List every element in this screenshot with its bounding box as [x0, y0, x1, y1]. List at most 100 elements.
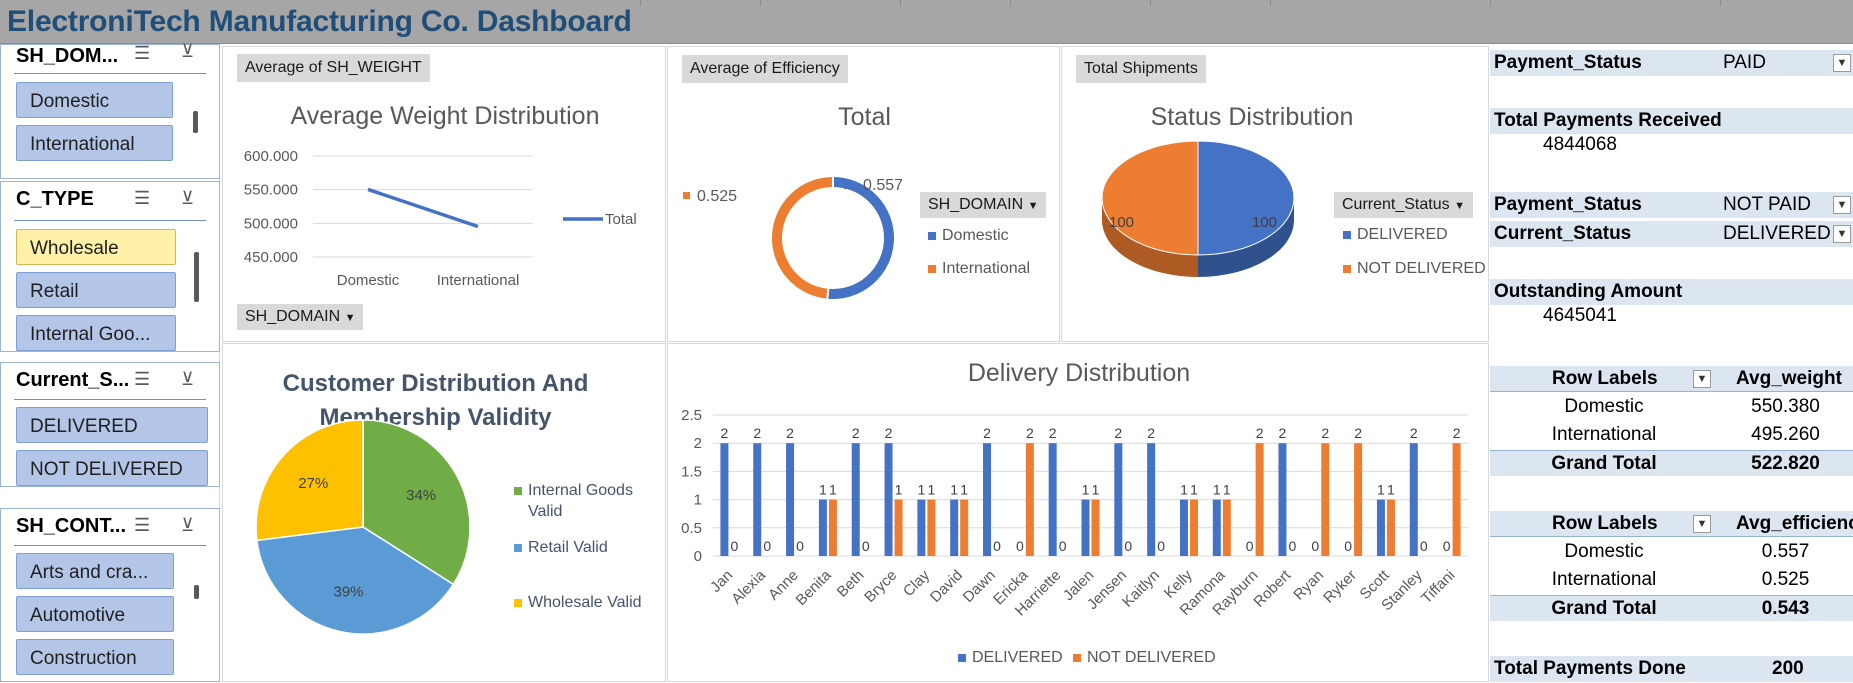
data-label-internal-goods: 34%: [406, 487, 436, 504]
data-label: 2: [983, 425, 991, 441]
slicer-item-not-delivered[interactable]: NOT DELIVERED: [16, 450, 208, 486]
legend-item-internal-goods-line2: Valid: [528, 503, 563, 520]
table-row: Domestic 0.557: [1564, 541, 1810, 562]
slicer-item-wholesale[interactable]: Wholesale: [16, 229, 176, 265]
slicer-scrollbar[interactable]: [194, 252, 199, 302]
data-label: 1: [1213, 482, 1221, 498]
bar-delivered: [818, 499, 827, 556]
data-label-retail: 39%: [334, 584, 364, 601]
x-tick-label: Benita: [793, 566, 836, 609]
data-label: 0: [1059, 538, 1067, 554]
grand-total-row: Grand Total 0.543: [1490, 595, 1853, 621]
filter-dropdown[interactable]: SH_DOMAIN ▼: [920, 192, 1047, 218]
data-label: 1: [1377, 482, 1385, 498]
total-payments-received-value: 4844068: [1543, 134, 1617, 155]
clear-filter-icon[interactable]: ⊻: [181, 188, 194, 209]
dropdown-arrow-icon[interactable]: ▼: [1693, 515, 1711, 533]
dashboard-title: ElectroniTech Manufacturing Co. Dashboar…: [7, 5, 632, 38]
x-tick-label: Kaitlyn: [1119, 567, 1163, 611]
multi-select-icon[interactable]: ☰: [134, 43, 150, 64]
total-payments-received-row: Total Payments Received: [1490, 108, 1853, 134]
grand-total-row: Grand Total 522.820: [1490, 450, 1853, 476]
grid-line: [1490, 0, 1491, 6]
slicer-c-type: C_TYPE ☰ ⊻ Wholesale Retail Internal Goo…: [0, 181, 220, 352]
data-label: 2: [1049, 425, 1057, 441]
data-label: 0: [1443, 538, 1451, 554]
bar-not-delivered: [1354, 443, 1363, 556]
slicer-item-construction[interactable]: Construction: [16, 639, 174, 675]
slicer-item-international[interactable]: International: [16, 125, 173, 161]
donut-slice-domestic: [826, 174, 896, 301]
bar-not-delivered: [1321, 443, 1330, 556]
filter-icon[interactable]: ▼: [1833, 225, 1851, 243]
slicer-scrollbar[interactable]: [194, 585, 199, 599]
pivot-value: NOT PAID: [1723, 194, 1811, 215]
filter-icon[interactable]: ▼: [1833, 54, 1851, 72]
legend-item-not-delivered: NOT DELIVERED: [1343, 260, 1486, 278]
data-label: 1: [1092, 482, 1100, 498]
slicer-divider: [14, 545, 206, 546]
data-label: 2: [1256, 425, 1264, 441]
bar-not-delivered: [1025, 443, 1034, 556]
data-label: 0: [1016, 538, 1024, 554]
data-label: 0: [993, 538, 1001, 554]
data-label: 0: [1289, 538, 1297, 554]
slicer-item-arts[interactable]: Arts and cra...: [16, 553, 174, 589]
multi-select-icon[interactable]: ☰: [134, 515, 150, 536]
bar-not-delivered: [828, 499, 837, 556]
clear-filter-icon[interactable]: ⊻: [181, 515, 194, 536]
efficiency-table-header: Row Labels ▼ Avg_efficiency: [1490, 511, 1853, 537]
bar-not-delivered: [1386, 499, 1395, 556]
filter-dropdown[interactable]: Current_Status ▼: [1334, 192, 1473, 218]
title-bar: ElectroniTech Manufacturing Co. Dashboar…: [0, 0, 1853, 44]
slicer-item-domestic[interactable]: Domestic: [16, 82, 173, 118]
slicer-item-automotive[interactable]: Automotive: [16, 596, 174, 632]
y-tick-label: 1.5: [681, 463, 702, 480]
filter-dropdown[interactable]: SH_DOMAIN ▼: [237, 304, 364, 330]
bar-delivered: [1081, 499, 1090, 556]
x-tick-label: Ryker: [1320, 567, 1360, 607]
data-label: 2: [753, 425, 761, 441]
y-tick-label: 550.000: [244, 182, 298, 199]
weight-table-header: Row Labels ▼ Avg_weight: [1490, 366, 1853, 392]
data-label: 1: [950, 482, 958, 498]
slicer-divider: [14, 399, 206, 400]
slicer-item-retail[interactable]: Retail: [16, 272, 176, 308]
slicer-column: SH_DOM... ☰ ⊻ Domestic International C_T…: [0, 41, 220, 682]
x-tick-label: Tiffani: [1418, 567, 1458, 607]
bar-delivered: [983, 443, 992, 556]
slicer-item-internal-goods[interactable]: Internal Goo...: [16, 315, 176, 351]
outstanding-amount-row: Outstanding Amount: [1490, 279, 1853, 305]
bar-not-delivered: [1091, 499, 1100, 556]
data-label: 1: [1180, 482, 1188, 498]
data-label-marker: [683, 192, 690, 199]
clear-filter-icon[interactable]: ⊻: [181, 369, 194, 390]
clear-filter-icon[interactable]: ⊻: [181, 41, 194, 62]
grid-line: [1150, 0, 1151, 6]
legend-item-retail: Retail Valid: [514, 539, 608, 557]
dropdown-arrow-icon: ▼: [344, 312, 356, 324]
bar-delivered: [753, 443, 762, 556]
customer-chart-panel: Customer Distribution And Membership Val…: [222, 343, 666, 682]
current-status-row: Current_Status DELIVERED ▼: [1490, 221, 1853, 247]
bar-delivered: [851, 443, 860, 556]
data-label: 0: [1124, 538, 1132, 554]
slicer-item-delivered[interactable]: DELIVERED: [16, 407, 208, 443]
slicer-title: SH_DOM...: [16, 45, 119, 67]
bar-not-delivered: [1452, 443, 1461, 556]
payment-status-notpaid-row: Payment_Status NOT PAID ▼: [1490, 192, 1853, 218]
multi-select-icon[interactable]: ☰: [134, 369, 150, 390]
slicer-scrollbar[interactable]: [193, 111, 198, 133]
filter-icon[interactable]: ▼: [1833, 196, 1851, 214]
table-row: International 495.260: [1551, 424, 1820, 445]
bar-delivered: [950, 499, 959, 556]
legend-item-international: International: [928, 260, 1030, 278]
dropdown-arrow-icon[interactable]: ▼: [1693, 370, 1711, 388]
donut-slice-international: [769, 174, 834, 301]
dropdown-arrow-icon: ▼: [1454, 200, 1465, 212]
table-row: International 0.525: [1551, 569, 1810, 590]
bar-delivered: [1048, 443, 1057, 556]
grid-line: [760, 0, 761, 6]
multi-select-icon[interactable]: ☰: [134, 188, 150, 209]
data-label: 1: [927, 482, 935, 498]
